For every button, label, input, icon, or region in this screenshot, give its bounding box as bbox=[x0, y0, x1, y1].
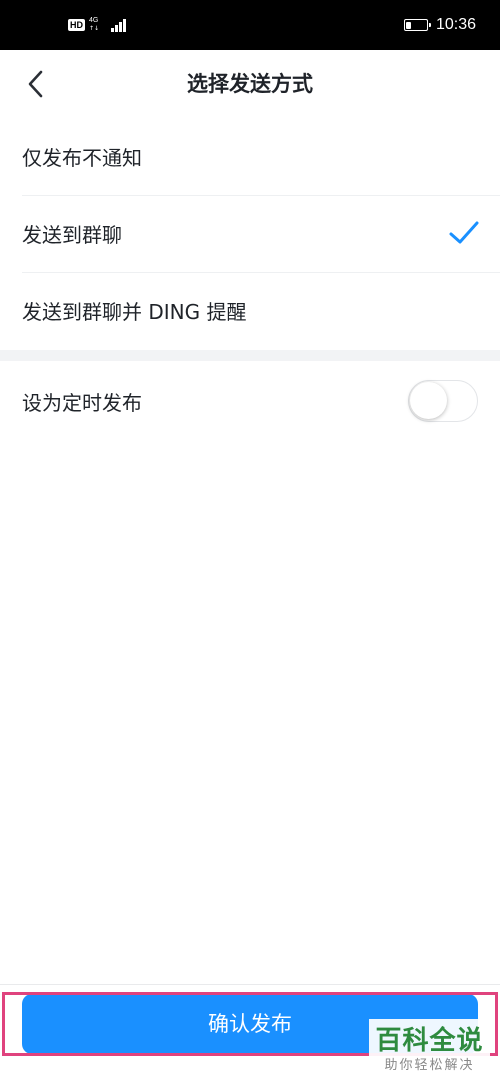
battery-level bbox=[406, 21, 412, 29]
signal-icon bbox=[111, 18, 126, 32]
option-label: 仅发布不通知 bbox=[22, 146, 142, 170]
option-send-to-group-ding[interactable]: 发送到群聊并 DING 提醒 bbox=[0, 272, 500, 349]
toggle-knob bbox=[410, 382, 447, 419]
watermark: 百科全说 助你轻松解决 bbox=[369, 1019, 490, 1084]
watermark-title: 百科全说 bbox=[375, 1026, 484, 1056]
hd-badge: HD bbox=[68, 19, 85, 31]
schedule-label: 设为定时发布 bbox=[22, 390, 142, 415]
check-icon bbox=[449, 221, 479, 244]
header: 选择发送方式 bbox=[0, 50, 500, 118]
network-label: 4G bbox=[89, 17, 99, 24]
status-bar-right: 10:36 bbox=[403, 0, 476, 50]
page-title: 选择发送方式 bbox=[187, 72, 313, 96]
watermark-subtitle: 助你轻松解决 bbox=[384, 1058, 475, 1073]
option-publish-only[interactable]: 仅发布不通知 bbox=[0, 118, 500, 195]
battery-icon bbox=[403, 19, 431, 31]
status-bar-left: HD 4G ↑↓ bbox=[68, 0, 126, 50]
status-bar: HD 4G ↑↓ 10:36 bbox=[0, 0, 500, 50]
send-mode-options: 仅发布不通知 发送到群聊 发送到群聊并 DING 提醒 bbox=[0, 118, 500, 349]
schedule-toggle[interactable] bbox=[408, 380, 478, 422]
status-time: 10:36 bbox=[435, 16, 476, 33]
option-send-to-group[interactable]: 发送到群聊 bbox=[0, 195, 500, 272]
schedule-publish-row: 设为定时发布 bbox=[0, 361, 500, 441]
section-divider bbox=[0, 350, 500, 361]
option-label: 发送到群聊并 DING 提醒 bbox=[22, 300, 247, 324]
option-label: 发送到群聊 bbox=[22, 223, 122, 247]
network-arrows: ↑↓ bbox=[89, 25, 100, 32]
network-icon: 4G ↑↓ bbox=[89, 17, 105, 33]
